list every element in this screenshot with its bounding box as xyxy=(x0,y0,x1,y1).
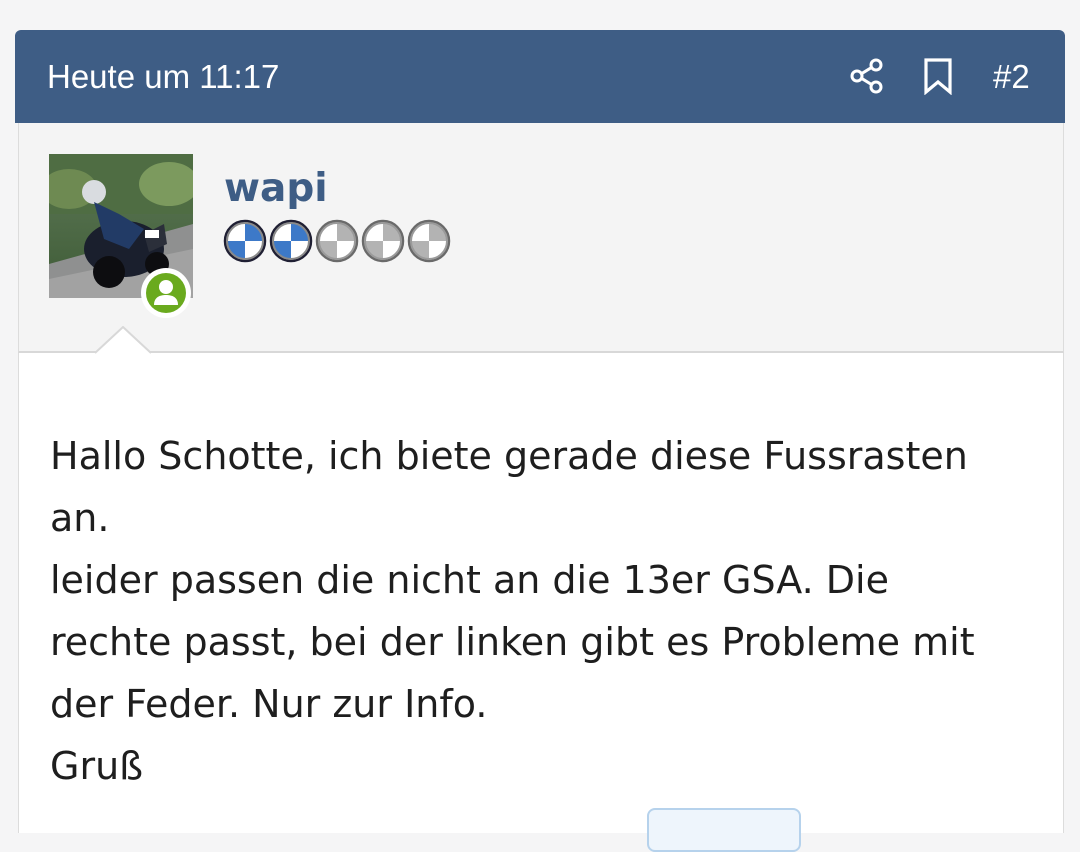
username-link[interactable]: wapi xyxy=(224,167,328,211)
post-message: Hallo Schotte, ich biete gerade diese Fu… xyxy=(50,434,975,788)
reaction-button[interactable] xyxy=(647,808,801,852)
rank-badge-empty xyxy=(361,219,405,263)
user-arrow-notch xyxy=(95,326,151,354)
share-icon[interactable] xyxy=(849,58,885,94)
user-info: wapi xyxy=(18,123,1064,353)
post-number-link[interactable]: #2 xyxy=(993,58,1030,96)
user-rank-badges xyxy=(223,219,473,263)
post-header: Heute um 11:17 #2 xyxy=(15,30,1065,123)
bookmark-icon[interactable] xyxy=(921,57,955,96)
rank-badge-empty xyxy=(315,219,359,263)
online-user-icon xyxy=(154,280,178,305)
post-date-link[interactable]: Heute um 11:17 xyxy=(47,58,279,96)
online-status-badge xyxy=(141,268,191,318)
rank-badge-filled xyxy=(223,219,267,263)
post-card: Heute um 11:17 #2 wapi Hallo Schotte, ic… xyxy=(15,30,1065,852)
post-body: Hallo Schotte, ich biete gerade diese Fu… xyxy=(18,326,1064,852)
rank-badge-empty xyxy=(407,219,451,263)
rank-badge-filled xyxy=(269,219,313,263)
